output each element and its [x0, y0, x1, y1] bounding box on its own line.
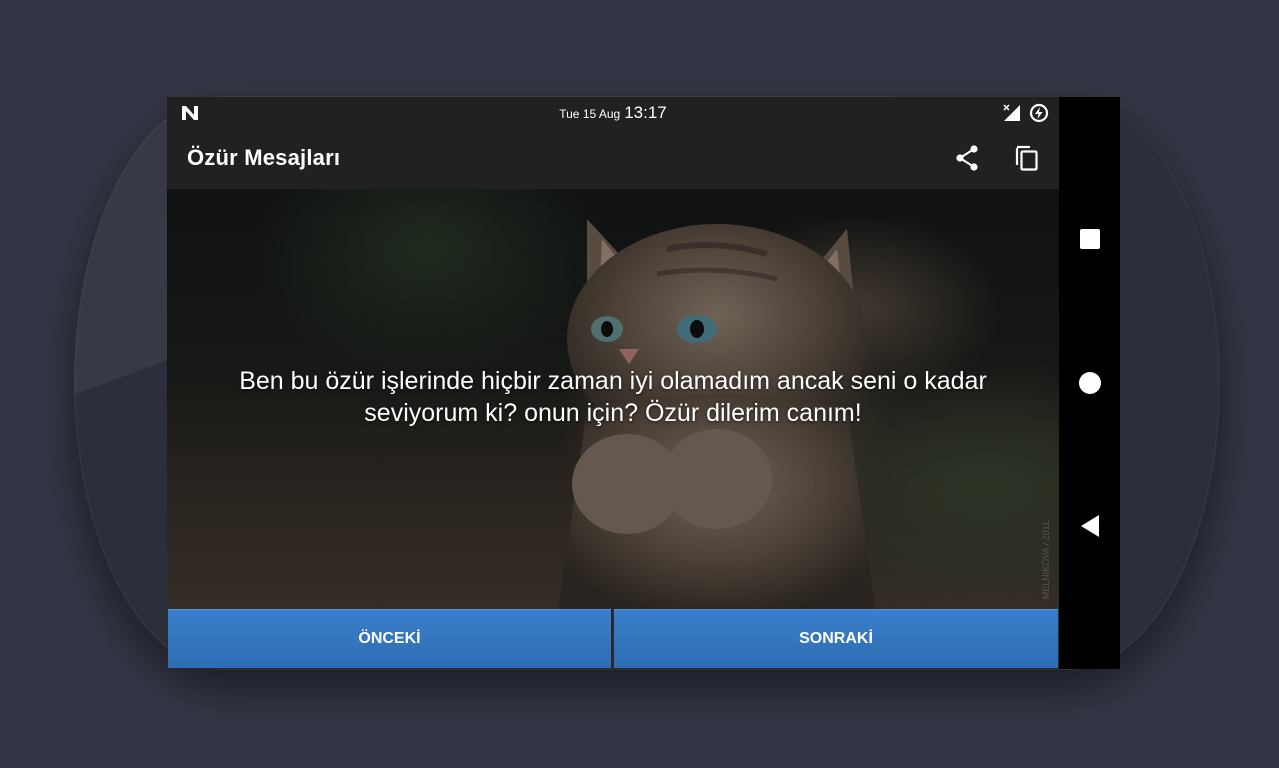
status-icons — [1003, 103, 1049, 123]
status-clock: Tue 15 Aug 13:17 — [167, 103, 1059, 123]
status-time: 13:17 — [624, 103, 667, 122]
battery-charging-icon — [1029, 103, 1049, 123]
next-button[interactable]: SONRAKİ — [614, 609, 1058, 668]
back-triangle-icon[interactable] — [1077, 513, 1103, 539]
android-nav-bar — [1059, 97, 1120, 669]
home-circle-icon[interactable] — [1077, 370, 1103, 396]
app-window: Tue 15 Aug 13:17 Özür Mesajları Ben bu ö… — [167, 97, 1059, 669]
no-signal-icon — [1003, 104, 1020, 121]
page-title: Özür Mesajları — [187, 145, 341, 170]
copy-icon[interactable] — [1012, 143, 1042, 173]
navigation-buttons: ÖNCEKİ SONRAKİ — [167, 609, 1059, 669]
share-icon[interactable] — [952, 143, 982, 173]
recents-square-icon[interactable] — [1077, 226, 1103, 252]
previous-button[interactable]: ÖNCEKİ — [168, 609, 611, 668]
app-toolbar: Özür Mesajları — [167, 129, 1059, 189]
device-frame-stage: Tue 15 Aug 13:17 Özür Mesajları Ben bu ö… — [0, 0, 1279, 768]
phone-screen: Tue 15 Aug 13:17 Özür Mesajları Ben bu ö… — [167, 97, 1120, 669]
apology-message-text: Ben bu özür işlerinde hiçbir zaman iyi o… — [239, 367, 987, 427]
status-bar: Tue 15 Aug 13:17 — [167, 97, 1059, 129]
image-watermark: MELNIKOVA / 2011 — [1041, 520, 1051, 599]
message-card: Ben bu özür işlerinde hiçbir zaman iyi o… — [167, 189, 1059, 609]
status-date: Tue 15 Aug — [559, 107, 621, 121]
